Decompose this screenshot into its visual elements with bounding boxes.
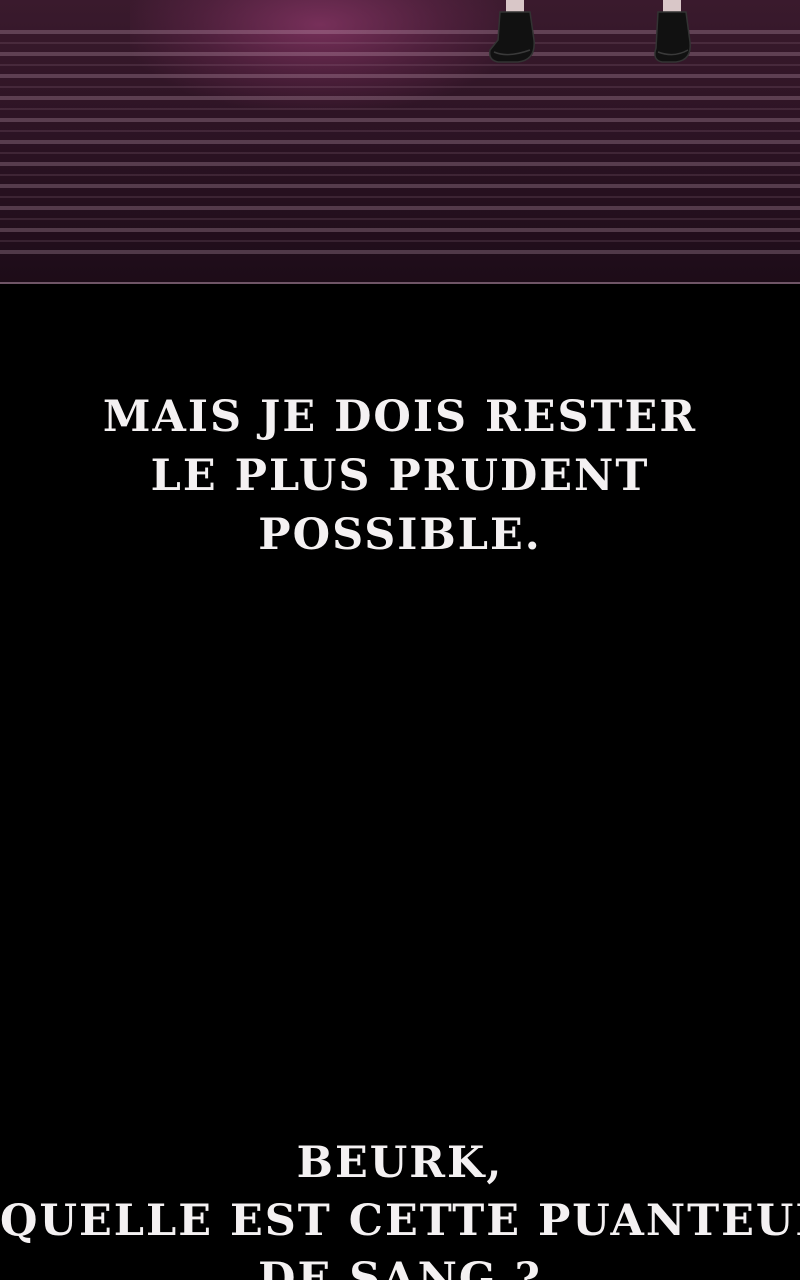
caption-2-line-1: BEURK, [296,1138,504,1188]
caption-2-line-2: QUELLE EST CETTE PUANTEUR [0,1196,800,1246]
caption-1-line-1: MAIS JE DOIS RESTER [102,392,698,442]
character-feet [488,0,691,63]
comic-page: MAIS JE DOIS RESTER LE PLUS PRUDENT POSS… [0,0,800,1280]
caption-text-2: BEURK, QUELLE EST CETTE PUANTEUR DE SANG… [0,1134,800,1280]
caption-1-line-3: POSSIBLE. [258,510,542,560]
caption-1-line-2: LE PLUS PRUDENT [150,451,650,501]
caption-2-line-3: DE SANG ? [258,1254,542,1280]
caption-text-1: MAIS JE DOIS RESTER LE PLUS PRUDENT POSS… [0,388,800,565]
panel-bottom-edge [0,282,800,284]
comic-panel-hallway [0,0,800,284]
